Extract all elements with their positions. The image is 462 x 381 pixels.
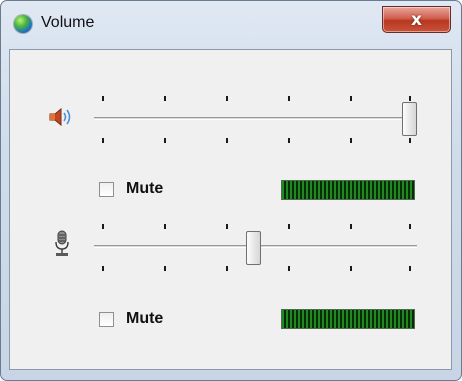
speaker-level-meter bbox=[281, 180, 415, 200]
microphone-icon bbox=[53, 230, 71, 258]
slider-tick bbox=[102, 138, 104, 143]
window-title: Volume bbox=[41, 14, 95, 31]
microphone-mute-checkbox[interactable] bbox=[99, 312, 114, 327]
volume-window: Volume x Mute Mute bbox=[0, 0, 462, 381]
slider-tick bbox=[226, 266, 228, 271]
microphone-level-meter bbox=[281, 309, 415, 329]
app-globe-icon bbox=[14, 15, 32, 33]
close-button[interactable]: x bbox=[382, 6, 451, 33]
slider-tick bbox=[226, 138, 228, 143]
slider-tick bbox=[350, 266, 352, 271]
slider-tick bbox=[102, 224, 104, 229]
microphone-mute-label: Mute bbox=[126, 310, 164, 327]
slider-tick bbox=[164, 266, 166, 271]
slider-tick bbox=[350, 224, 352, 229]
slider-tick bbox=[288, 224, 290, 229]
speaker-mute-checkbox[interactable] bbox=[99, 182, 114, 197]
slider-tick bbox=[409, 266, 411, 271]
speaker-mute-label: Mute bbox=[126, 180, 164, 197]
slider-thumb[interactable] bbox=[246, 231, 261, 265]
slider-tick bbox=[226, 224, 228, 229]
slider-tick bbox=[102, 266, 104, 271]
slider-thumb[interactable] bbox=[402, 102, 417, 136]
slider-track[interactable] bbox=[94, 117, 417, 120]
slider-tick bbox=[409, 138, 411, 143]
slider-tick bbox=[102, 96, 104, 101]
slider-tick bbox=[226, 96, 228, 101]
speaker-icon bbox=[48, 105, 76, 129]
slider-tick bbox=[164, 96, 166, 101]
close-icon: x bbox=[411, 10, 422, 30]
title-bar[interactable]: Volume x bbox=[1, 1, 461, 41]
slider-tick bbox=[164, 224, 166, 229]
slider-tick bbox=[288, 138, 290, 143]
slider-tick bbox=[409, 224, 411, 229]
slider-tick bbox=[350, 138, 352, 143]
slider-tick bbox=[288, 96, 290, 101]
slider-tick bbox=[409, 96, 411, 101]
slider-tick bbox=[350, 96, 352, 101]
client-area: Mute Mute bbox=[9, 49, 452, 370]
slider-tick bbox=[288, 266, 290, 271]
slider-tick bbox=[164, 138, 166, 143]
